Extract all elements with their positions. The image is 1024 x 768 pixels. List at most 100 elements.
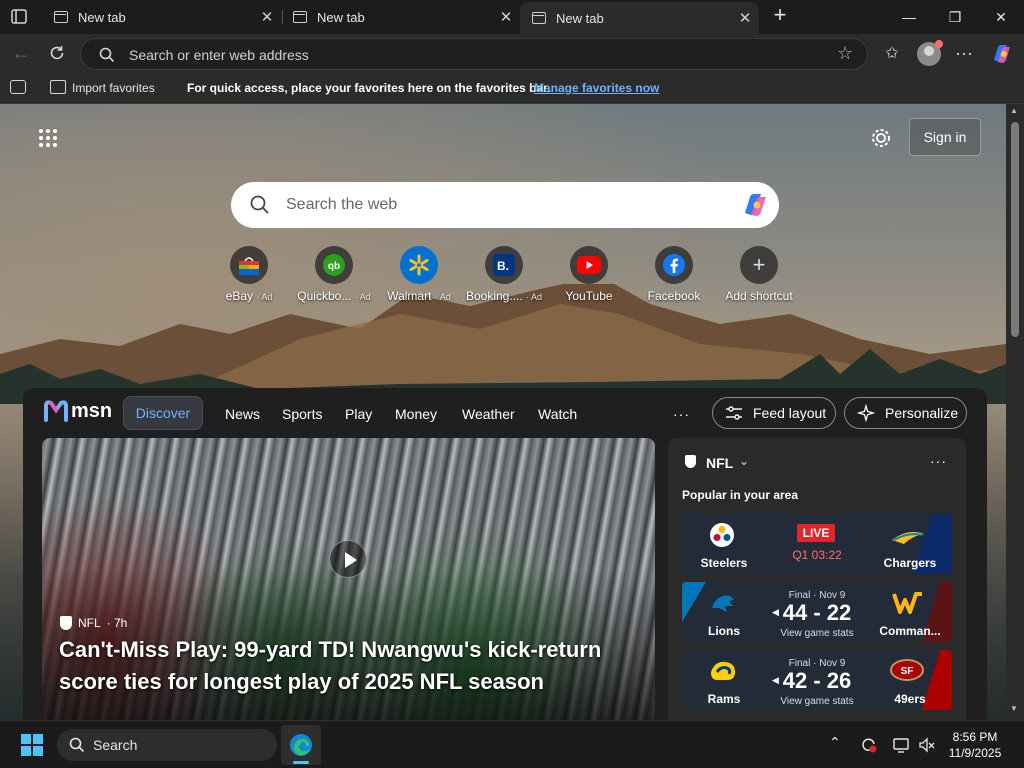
team-name: Chargers <box>883 556 937 570</box>
tab-sports[interactable]: Sports <box>282 406 322 422</box>
shortcut-label: Booking.... <box>465 289 523 303</box>
tab-watch[interactable]: Watch <box>538 406 577 422</box>
team-name: Comman... <box>879 624 941 638</box>
copilot-icon[interactable] <box>739 191 769 219</box>
import-favorites-button[interactable]: Import favorites <box>72 81 155 95</box>
shortcut-walmart[interactable]: Walmart · Ad <box>374 246 464 303</box>
booking-icon: B. <box>485 246 523 284</box>
feed-layout-button[interactable]: Feed layout <box>712 397 836 429</box>
tab-money[interactable]: Money <box>395 406 437 422</box>
shortcut-add[interactable]: + Add shortcut <box>714 246 804 303</box>
commanders-logo-icon <box>892 592 922 614</box>
sliders-icon <box>726 406 742 420</box>
shortcut-youtube[interactable]: YouTube <box>544 246 634 303</box>
favorites-bar: Import favorites For quick access, place… <box>0 72 1024 104</box>
close-icon[interactable]: ✕ <box>492 8 520 26</box>
window-close-icon[interactable]: ✕ <box>978 0 1024 34</box>
manage-favorites-link[interactable]: Manage favorites now <box>534 81 659 95</box>
nfl-scores-card: NFL ⌄ ··· Popular in your area Steelers … <box>668 438 966 720</box>
address-placeholder: Search or enter web address <box>129 47 309 63</box>
steelers-logo-icon <box>710 523 734 547</box>
web-search-box[interactable]: Search the web <box>231 182 779 228</box>
shortcut-label: eBay <box>225 289 253 303</box>
view-game-stats-link[interactable]: View game stats <box>767 696 867 707</box>
refresh-icon[interactable] <box>42 38 72 68</box>
story-headline[interactable]: Can't-Miss Play: 99-yard TD! Nwangwu's k… <box>59 634 639 698</box>
back-icon[interactable]: ← <box>6 38 36 68</box>
more-options-icon[interactable]: ··· <box>949 38 979 68</box>
chevron-down-icon[interactable]: ⌄ <box>739 454 749 468</box>
scrollbar-thumb[interactable] <box>1011 122 1019 337</box>
card-title[interactable]: NFL <box>706 455 733 471</box>
card-subtitle: Popular in your area <box>682 488 799 502</box>
personalize-button[interactable]: Personalize <box>844 397 967 429</box>
youtube-icon <box>570 246 608 284</box>
tab-news[interactable]: News <box>225 406 260 422</box>
tab-1[interactable]: New tab ✕ <box>42 0 281 34</box>
new-tab-plus-icon[interactable]: + <box>768 4 792 28</box>
volume-muted-icon[interactable] <box>918 736 936 754</box>
shortcut-ebay[interactable]: eBay · Ad <box>204 246 294 303</box>
game-score: 42 - 26 <box>782 668 852 693</box>
shortcut-facebook[interactable]: Facebook <box>629 246 719 303</box>
system-clock[interactable]: 8:56 PM 11/9/2025 <box>935 729 1015 761</box>
taskbar-search[interactable]: Search <box>57 729 277 761</box>
chevron-up-icon[interactable]: ⌃ <box>829 734 841 751</box>
reading-view-icon[interactable] <box>10 80 26 94</box>
game-row[interactable]: Rams Final · Nov 9 42 - 26 ◀ View game s… <box>682 650 952 710</box>
live-badge: LIVE <box>797 524 835 542</box>
more-tabs-icon[interactable]: ··· <box>673 406 690 422</box>
minimize-icon[interactable]: — <box>886 0 932 34</box>
profile-avatar[interactable] <box>917 40 943 66</box>
page-scrollbar[interactable]: ▲ ▼ <box>1006 104 1024 720</box>
network-icon[interactable] <box>892 736 910 754</box>
hero-story-card[interactable]: NFL · 7h Can't-Miss Play: 99-yard TD! Nw… <box>42 438 655 720</box>
restore-icon[interactable]: ❐ <box>932 0 978 34</box>
card-more-icon[interactable]: ··· <box>930 453 947 469</box>
apps-grid-icon[interactable] <box>38 128 58 148</box>
ebay-icon <box>230 246 268 284</box>
shortcut-quickbooks[interactable]: qb Quickbo... · Ad <box>289 246 379 303</box>
svg-text:B.: B. <box>497 259 509 273</box>
settings-gear-icon[interactable] <box>870 127 892 149</box>
tab-play[interactable]: Play <box>345 406 372 422</box>
windows-start-icon[interactable] <box>21 734 43 756</box>
game-row[interactable]: Lions Final · Nov 9 44 - 22 ◀ View game … <box>682 582 952 642</box>
view-game-stats-link[interactable]: View game stats <box>767 628 867 639</box>
edge-icon <box>290 734 312 756</box>
copilot-icon[interactable] <box>989 42 1013 66</box>
story-source: NFL · 7h <box>60 616 127 630</box>
search-icon <box>250 195 269 214</box>
nfl-shield-icon <box>60 616 72 630</box>
tab-weather[interactable]: Weather <box>462 406 515 422</box>
close-icon[interactable]: ✕ <box>253 8 281 26</box>
favorites-icon[interactable]: ✩ <box>877 38 907 68</box>
msn-feed: msn Discover News Sports Play Money Weat… <box>23 388 987 720</box>
edge-taskbar-button[interactable] <box>281 725 321 765</box>
game-row[interactable]: Steelers LIVE Q1 03:22 Chargers <box>682 514 952 574</box>
feed-layout-label: Feed layout <box>753 405 827 421</box>
tab-2[interactable]: New tab ✕ <box>281 0 520 34</box>
tab-actions-icon[interactable] <box>8 7 30 27</box>
update-icon[interactable] <box>860 736 878 754</box>
msn-logo[interactable]: msn <box>43 398 112 426</box>
sign-in-button[interactable]: Sign in <box>909 118 981 156</box>
search-icon <box>99 47 115 63</box>
search-placeholder: Search the web <box>286 196 398 213</box>
brand-name: msn <box>71 400 113 422</box>
tab-discover[interactable]: Discover <box>123 396 203 430</box>
clock-date: 11/9/2025 <box>948 746 1002 760</box>
address-bar[interactable]: Search or enter web address ☆ <box>80 38 868 70</box>
close-icon[interactable]: ✕ <box>731 9 759 27</box>
scroll-up-icon[interactable]: ▲ <box>1010 106 1018 115</box>
favorite-star-icon[interactable]: ☆ <box>837 43 853 64</box>
sparkle-icon <box>857 404 875 422</box>
shortcut-booking[interactable]: B. Booking.... · Ad <box>459 246 549 303</box>
tab-3-active[interactable]: New tab ✕ <box>520 2 759 34</box>
shortcut-label: Facebook <box>647 289 701 303</box>
scroll-down-icon[interactable]: ▼ <box>1010 704 1018 713</box>
rams-logo-icon <box>711 661 735 680</box>
taskbar-search-placeholder: Search <box>93 737 138 753</box>
play-icon[interactable] <box>329 540 367 578</box>
ad-badge: · Ad <box>354 292 371 302</box>
